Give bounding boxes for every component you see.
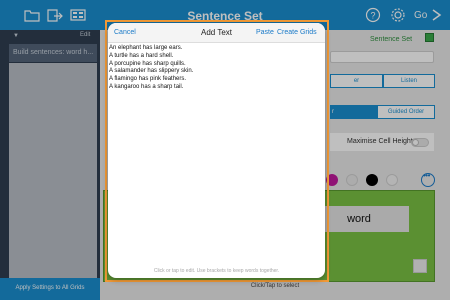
- text-line: A salamander has slippery skin.: [109, 68, 194, 75]
- text-line: A turtle has a hard shell.: [109, 52, 174, 59]
- paste-button[interactable]: Paste: [256, 29, 274, 36]
- text-line: A flamingo has pink feathers.: [109, 76, 187, 83]
- editor-hint: Click or tap to edit. Use brackets to ke…: [153, 268, 280, 274]
- create-grids-button[interactable]: Create Grids: [277, 29, 317, 36]
- text-line: A porcupine has sharp quills.: [109, 60, 186, 67]
- text-editor[interactable]: An elephant has large ears. A turtle has…: [109, 43, 324, 265]
- text-line: A kangaroo has a sharp tail.: [109, 83, 184, 90]
- dialog-header: Cancel Add Text Paste Create Grids: [108, 23, 325, 43]
- add-text-dialog: Cancel Add Text Paste Create Grids An el…: [108, 23, 325, 278]
- text-line: An elephant has large ears.: [109, 45, 183, 51]
